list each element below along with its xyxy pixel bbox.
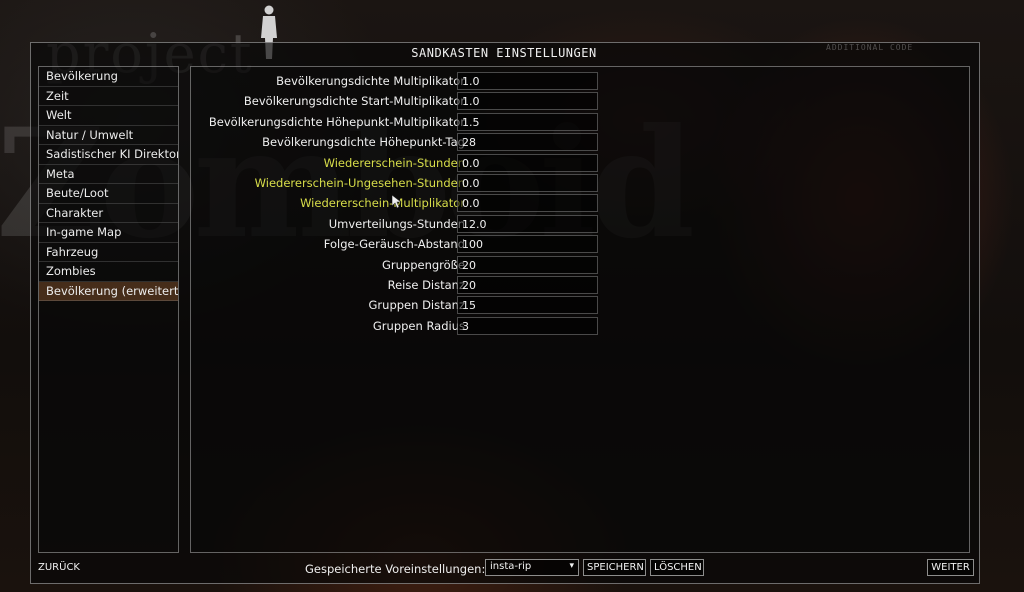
sidebar-item[interactable]: Bevölkerung xyxy=(39,67,178,87)
sidebar-item[interactable]: Zombies xyxy=(39,262,178,282)
sidebar-item[interactable]: In-game Map xyxy=(39,223,178,243)
setting-value-field[interactable]: 1.0 xyxy=(457,72,598,90)
setting-row: Bevölkerungsdichte Höhepunkt-Tag 28 xyxy=(191,133,611,152)
setting-value-field[interactable]: 12.0 xyxy=(457,214,598,233)
setting-row: Folge-Geräusch-Abstand 100 xyxy=(191,235,611,254)
setting-row: Umverteilungs-Stunden 12.0 xyxy=(191,214,611,234)
setting-row: Gruppen Radius 3 xyxy=(191,316,611,336)
setting-value-field[interactable]: 20 xyxy=(457,255,598,274)
setting-label: Bevölkerungsdichte Höhepunkt-Tag xyxy=(262,135,465,150)
setting-value-field[interactable]: 0.0 xyxy=(457,174,598,192)
setting-value-field[interactable]: 100 xyxy=(457,235,598,254)
category-sidebar: Bevölkerung Zeit Welt Natur / Umwelt Sadisti… xyxy=(38,66,179,553)
delete-preset-button[interactable]: LÖSCHEN xyxy=(650,559,704,576)
sidebar-item[interactable]: Beute/Loot xyxy=(39,184,178,204)
setting-label: Bevölkerungsdichte Höhepunkt-Multiplikat… xyxy=(208,114,465,129)
setting-row: Reise Distanz 20 xyxy=(191,276,611,295)
sidebar-item[interactable]: Sadistischer KI Direktor xyxy=(39,145,178,165)
setting-value-field[interactable]: 1.5 xyxy=(457,112,598,131)
setting-label: Bevölkerungsdichte Start-Multiplikator xyxy=(243,94,465,109)
sidebar-item[interactable]: Fahrzeug xyxy=(39,243,178,262)
setting-label: Umverteilungs-Stunden xyxy=(328,216,465,231)
setting-label: Folge-Geräusch-Abstand xyxy=(323,237,465,252)
sidebar-item[interactable]: Meta xyxy=(39,165,178,184)
additional-code-label: ADDITIONAL CODE xyxy=(826,43,914,52)
setting-row: Gruppengröße 20 xyxy=(191,255,611,275)
setting-value-field[interactable]: 0.0 xyxy=(457,153,598,172)
setting-label: Gruppengröße xyxy=(381,257,465,272)
preset-select-value: insta-rip xyxy=(490,561,532,572)
setting-label: Wiedererschein-Multiplikator xyxy=(300,196,465,211)
setting-row: Wiedererschein-Ungesehen-Stunden 0.0 xyxy=(191,174,611,193)
sidebar-item[interactable]: Natur / Umwelt xyxy=(39,126,178,145)
setting-label: Wiedererschein-Stunden xyxy=(323,155,465,170)
setting-value-field[interactable]: 1.0 xyxy=(457,92,598,111)
sidebar-item[interactable]: Charakter xyxy=(39,204,178,223)
setting-row: Wiedererschein-Stunden 0.0 xyxy=(191,153,611,173)
setting-row: Bevölkerungsdichte Multiplikator 1.0 xyxy=(191,72,611,91)
sidebar-item[interactable]: Bevölkerung (erweitert) xyxy=(39,281,178,301)
setting-value-field[interactable]: 3 xyxy=(457,316,598,335)
setting-row: Bevölkerungsdichte Start-Multiplikator 1.… xyxy=(191,92,611,111)
setting-value-field[interactable]: 28 xyxy=(457,133,598,152)
sidebar-item[interactable]: Welt xyxy=(39,106,178,126)
back-button[interactable]: ZURÜCK xyxy=(38,562,80,573)
next-button[interactable]: WEITER xyxy=(927,559,974,576)
setting-label: Gruppen Radius xyxy=(372,318,465,333)
setting-value-field[interactable]: 20 xyxy=(457,276,598,294)
setting-row: Bevölkerungsdichte Höhepunkt-Multiplikat… xyxy=(191,112,611,132)
settings-content: Bevölkerungsdichte Multiplikator 1.0 Bevöl… xyxy=(190,66,970,553)
setting-label: Bevölkerungsdichte Multiplikator xyxy=(276,74,465,88)
save-preset-button[interactable]: SPEICHERN xyxy=(583,559,646,576)
setting-label: Gruppen Distanz xyxy=(368,298,465,313)
setting-row: Gruppen Distanz 15 xyxy=(191,296,611,315)
setting-value-field[interactable]: 0.0 xyxy=(457,194,598,213)
chevron-down-icon: ▾ xyxy=(569,561,574,571)
setting-label: Wiedererschein-Ungesehen-Stunden xyxy=(254,176,465,190)
saved-presets-label: Gespeicherte Voreinstellungen: xyxy=(305,562,486,576)
sidebar-item[interactable]: Zeit xyxy=(39,87,178,106)
preset-select[interactable]: insta-rip ▾ xyxy=(485,559,579,576)
setting-value-field[interactable]: 15 xyxy=(457,296,598,315)
setting-label: Reise Distanz xyxy=(387,278,465,292)
mouse-cursor-icon xyxy=(392,195,402,209)
